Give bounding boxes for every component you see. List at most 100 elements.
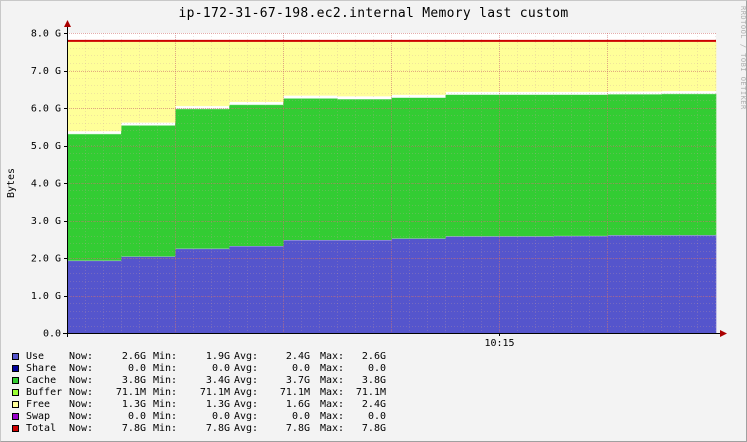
legend-max-label: Max: — [320, 411, 345, 422]
legend-min: 1.9G — [205, 351, 230, 362]
legend-name: Use — [26, 351, 45, 362]
legend-avg: 0.0 — [291, 411, 310, 422]
x-tick-label: 10:15 — [484, 338, 514, 349]
legend-now-label: Now: — [69, 387, 94, 398]
legend-swatch — [12, 365, 19, 372]
y-tick-label: 8.0 G — [31, 29, 61, 40]
legend-name: Cache — [26, 375, 57, 386]
area-use-segment — [337, 240, 392, 333]
legend-max-label: Max: — [320, 399, 345, 410]
legend-max-label: Max: — [320, 387, 345, 398]
area-free-segment — [391, 40, 446, 95]
legend-now-label: Now: — [69, 351, 94, 362]
legend-name: Free — [26, 399, 51, 410]
area-free-segment — [337, 40, 392, 97]
area-cache-segment — [391, 97, 446, 239]
legend-now-label: Now: — [69, 411, 94, 422]
legend-min-label: Min: — [153, 387, 178, 398]
area-cache-segment — [121, 125, 176, 257]
legend-name: Share — [26, 363, 57, 374]
legend-name: Total — [26, 423, 57, 434]
area-free-segment — [121, 40, 176, 123]
x-axis-arrow — [720, 330, 727, 337]
legend-name: Swap — [26, 411, 51, 422]
legend-avg-label: Avg: — [234, 387, 259, 398]
legend-now: 71.1M — [115, 387, 146, 398]
legend-min-label: Min: — [153, 351, 178, 362]
y-axis-arrow — [64, 20, 71, 27]
legend-min: 71.1M — [199, 387, 230, 398]
legend-min-label: Min: — [153, 423, 178, 434]
legend-now-label: Now: — [69, 375, 94, 386]
area-free-segment — [175, 40, 230, 107]
legend-swatch — [12, 377, 19, 384]
legend-max: 0.0 — [367, 411, 386, 422]
legend-now-label: Now: — [69, 423, 94, 434]
legend-swatch — [12, 413, 19, 420]
legend-max: 2.4G — [361, 399, 386, 410]
area-cache-segment — [67, 133, 122, 261]
legend-min-label: Min: — [153, 363, 178, 374]
legend-avg: 0.0 — [291, 363, 310, 374]
legend-name: Buffer — [26, 387, 63, 398]
legend-max: 3.8G — [361, 375, 386, 386]
legend-avg: 1.6G — [285, 399, 310, 410]
legend-max-label: Max: — [320, 375, 345, 386]
area-cache-segment — [283, 98, 338, 240]
y-tick-label: 4.0 G — [31, 179, 61, 190]
legend-now-label: Now: — [69, 363, 94, 374]
chart-plot: 0.0 1.0 G 2.0 G 3.0 G 4.0 G 5.0 G 6.0 G 7.0 G 8.… — [6, 20, 727, 349]
legend-min-label: Min: — [153, 375, 178, 386]
legend-max-label: Max: — [320, 363, 345, 374]
legend-swatch — [12, 353, 19, 360]
area-cache-segment — [337, 99, 392, 240]
area-cache-segment — [661, 93, 717, 236]
legend-now: 0.0 — [127, 363, 146, 374]
legend-swatch — [12, 401, 19, 408]
area-use-segment — [175, 248, 230, 334]
legend-min: 0.0 — [211, 363, 230, 374]
legend-now-label: Now: — [69, 399, 94, 410]
legend-min: 7.8G — [205, 423, 230, 434]
legend-now: 3.8G — [121, 375, 146, 386]
legend-swatch — [12, 425, 19, 432]
legend-swatch — [12, 389, 19, 396]
y-tick-label: 7.0 G — [31, 66, 61, 77]
legend-max: 71.1M — [355, 387, 386, 398]
y-tick-label: 0.0 — [43, 329, 61, 340]
legend-avg: 7.8G — [285, 423, 310, 434]
legend-max-label: Max: — [320, 423, 345, 434]
area-use-segment — [229, 246, 284, 333]
area-use-segment — [607, 235, 663, 334]
area-cache-segment — [607, 94, 663, 236]
area-cache-segment — [175, 108, 230, 249]
legend-avg-label: Avg: — [234, 423, 259, 434]
legend-max-label: Max: — [320, 351, 345, 362]
area-free-segment — [283, 40, 338, 96]
legend-avg: 3.7G — [285, 375, 310, 386]
legend-avg-label: Avg: — [234, 411, 259, 422]
legend-min: 0.0 — [211, 411, 230, 422]
area-use-segment — [391, 238, 446, 333]
area-free-segment — [607, 40, 663, 92]
y-tick-label: 3.0 G — [31, 216, 61, 227]
area-free-segment — [67, 40, 122, 132]
legend-avg: 2.4G — [285, 351, 310, 362]
legend-now: 7.8G — [121, 423, 146, 434]
legend-min-label: Min: — [153, 399, 178, 410]
y-axis-label: Bytes — [6, 168, 17, 198]
legend-min-label: Min: — [153, 411, 178, 422]
legend-avg-label: Avg: — [234, 375, 259, 386]
legend-now: 1.3G — [121, 399, 146, 410]
legend-min: 1.3G — [205, 399, 230, 410]
legend-avg-label: Avg: — [234, 351, 259, 362]
legend-now: 0.0 — [127, 411, 146, 422]
legend-max: 0.0 — [367, 363, 386, 374]
y-tick-label: 5.0 G — [31, 141, 61, 152]
legend-max: 7.8G — [361, 423, 386, 434]
legend-avg-label: Avg: — [234, 363, 259, 374]
legend-avg: 71.1M — [279, 387, 310, 398]
legend-now: 2.6G — [121, 351, 146, 362]
area-use-segment — [121, 256, 176, 333]
area-use-segment — [283, 240, 338, 333]
